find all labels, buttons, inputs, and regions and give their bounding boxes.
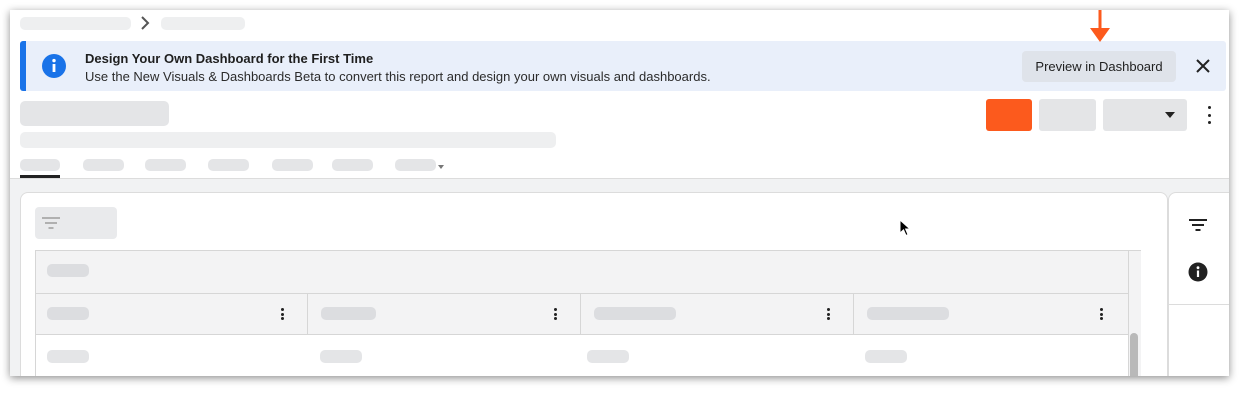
dropdown-label bbox=[1113, 109, 1119, 121]
table-cell bbox=[320, 350, 362, 363]
tab-4[interactable] bbox=[208, 159, 249, 171]
info-icon bbox=[42, 54, 66, 78]
table-cell bbox=[587, 350, 629, 363]
table-cell bbox=[47, 350, 89, 363]
tab-more[interactable] bbox=[395, 159, 436, 171]
tab-1[interactable] bbox=[20, 159, 60, 171]
breadcrumb-item-root[interactable] bbox=[20, 17, 131, 30]
preview-in-dashboard-button[interactable]: Preview in Dashboard bbox=[1022, 51, 1176, 82]
group-header-label bbox=[47, 264, 89, 277]
column-separator bbox=[307, 294, 308, 334]
tab-6[interactable] bbox=[332, 159, 373, 171]
primary-action-button[interactable] bbox=[986, 99, 1032, 131]
column-header-2[interactable] bbox=[321, 307, 376, 320]
banner-accent-bar bbox=[20, 41, 26, 91]
info-banner: Design Your Own Dashboard for the First … bbox=[20, 41, 1226, 91]
column-header-1[interactable] bbox=[47, 307, 89, 320]
caret-down-icon bbox=[438, 165, 444, 169]
more-vertical-icon[interactable] bbox=[1206, 106, 1212, 124]
column-separator bbox=[853, 294, 854, 334]
table-filter-button[interactable] bbox=[35, 207, 117, 239]
tab-5[interactable] bbox=[272, 159, 313, 171]
app-window: Design Your Own Dashboard for the First … bbox=[10, 10, 1229, 376]
chevron-right-icon bbox=[141, 16, 150, 30]
column-header-3[interactable] bbox=[594, 307, 676, 320]
annotation-arrow-icon bbox=[1090, 10, 1110, 42]
secondary-action-button[interactable] bbox=[1039, 99, 1096, 131]
table-group-header bbox=[36, 251, 1128, 294]
banner-message: Use the New Visuals & Dashboards Beta to… bbox=[85, 69, 711, 84]
table-cell bbox=[865, 350, 907, 363]
tab-3[interactable] bbox=[145, 159, 186, 171]
more-vertical-icon[interactable] bbox=[279, 308, 285, 320]
close-icon[interactable] bbox=[1194, 57, 1212, 75]
page-title bbox=[20, 101, 169, 126]
more-vertical-icon[interactable] bbox=[825, 308, 831, 320]
page-subtitle bbox=[20, 132, 556, 148]
side-panel bbox=[1168, 192, 1229, 376]
table-column-header-row bbox=[36, 294, 1128, 335]
info-icon[interactable] bbox=[1188, 262, 1208, 282]
filter-icon[interactable] bbox=[1188, 217, 1208, 233]
more-vertical-icon[interactable] bbox=[552, 308, 558, 320]
report-table bbox=[35, 250, 1141, 376]
side-panel-divider bbox=[1169, 304, 1229, 305]
table-scrollbar-thumb[interactable] bbox=[1130, 333, 1138, 376]
banner-title: Design Your Own Dashboard for the First … bbox=[85, 51, 374, 66]
tab-2[interactable] bbox=[83, 159, 124, 171]
more-vertical-icon[interactable] bbox=[1098, 308, 1104, 320]
mouse-cursor-icon bbox=[899, 219, 911, 237]
breadcrumb-item-current bbox=[161, 17, 245, 30]
caret-down-icon bbox=[1165, 112, 1175, 118]
column-separator bbox=[580, 294, 581, 334]
column-header-4[interactable] bbox=[867, 307, 949, 320]
filter-icon bbox=[42, 217, 60, 229]
